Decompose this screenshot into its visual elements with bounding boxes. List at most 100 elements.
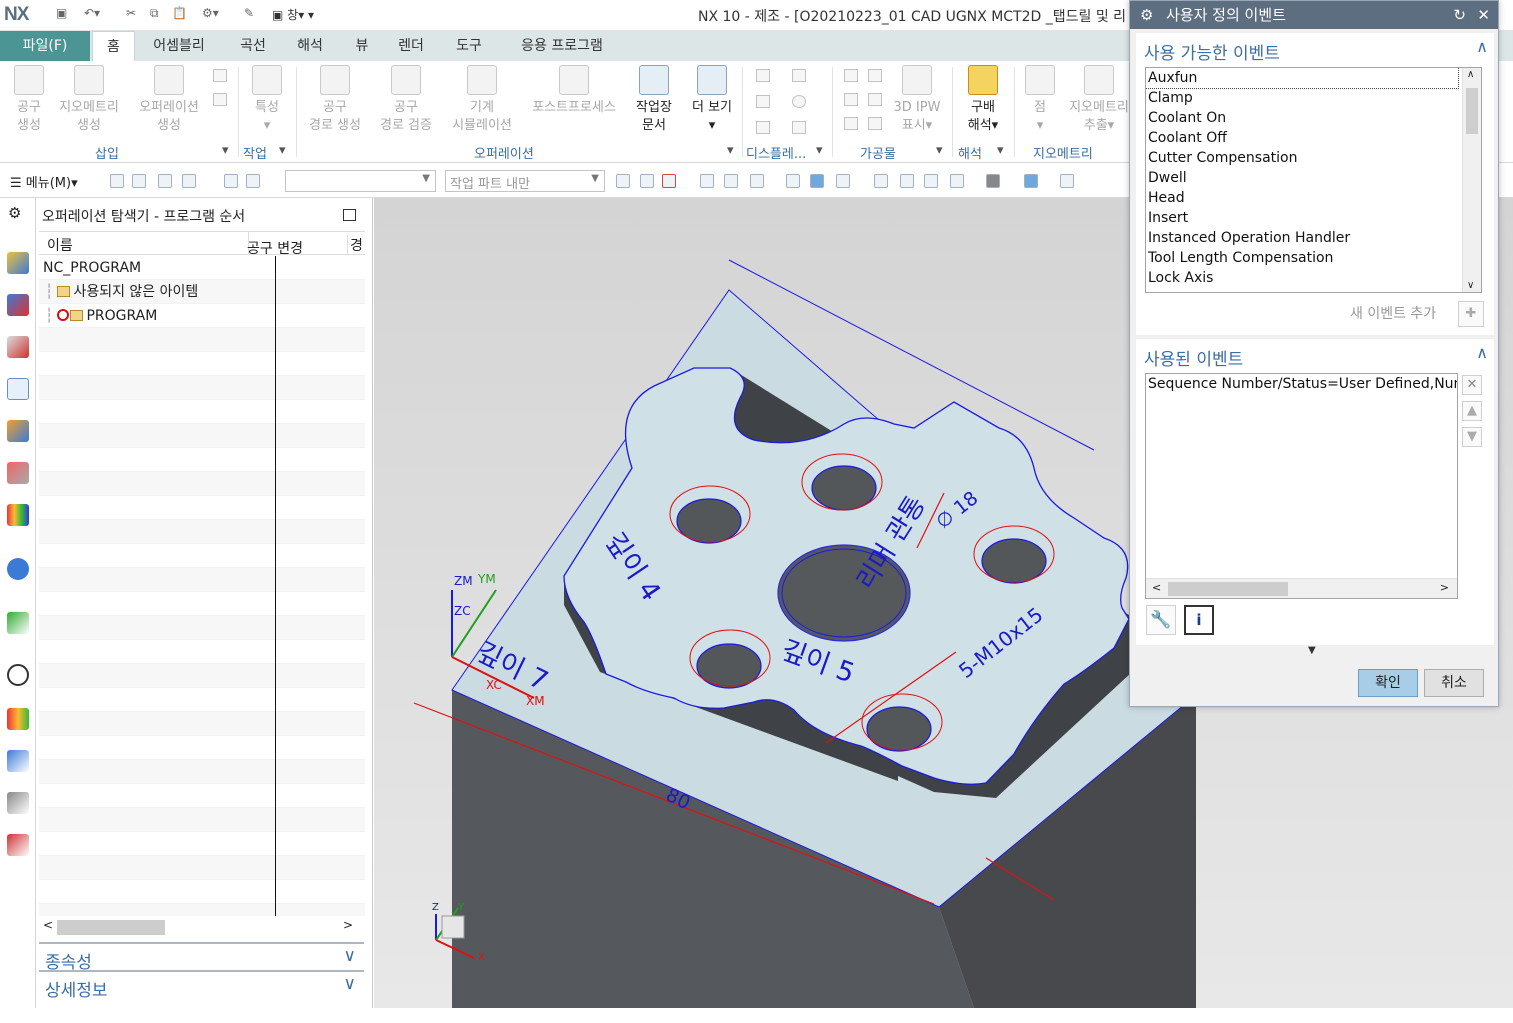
snap-icon-7[interactable] (786, 174, 800, 188)
tab-applications[interactable]: 응용 프로그램 (506, 31, 618, 61)
list-item[interactable]: Tool Length Compensation (1146, 248, 1481, 268)
display-icon-4[interactable] (792, 95, 806, 108)
point-button[interactable]: 점 ▾ (1016, 65, 1064, 135)
show-hide-icon[interactable] (1060, 174, 1074, 188)
cut-icon[interactable]: ✂ (126, 6, 136, 24)
postprocess-button[interactable]: 포스트프로세스 (524, 65, 624, 117)
scroll-up-icon[interactable]: ∧ (1467, 69, 1474, 80)
move-down-icon[interactable]: ▼ (1462, 427, 1482, 447)
scroll-thumb[interactable] (57, 920, 165, 935)
vertical-scrollbar[interactable]: ∧ ∨ (1462, 68, 1481, 292)
repeat-command-icon[interactable]: ⚙▾ (202, 6, 219, 24)
web-browser-icon[interactable] (7, 612, 29, 634)
column-tool-change[interactable]: 공구 변경 (247, 235, 303, 257)
main-menu-button[interactable]: ☰ 메뉴(M)▾ (10, 172, 78, 191)
snap-icon-3[interactable] (662, 174, 676, 188)
list-item[interactable]: Instanced Operation Handler (1146, 228, 1481, 248)
filter-icon-4[interactable] (182, 174, 196, 188)
properties-button[interactable]: 특성 ▾ (238, 65, 296, 135)
workpiece-icon-5[interactable] (844, 117, 858, 130)
selection-scope-combo[interactable]: 작업 파트 내만 ▼ (445, 170, 605, 192)
undo-icon[interactable]: ↶▾ (84, 6, 100, 24)
extract-geometry-button[interactable]: 지오메트리 추출▾ (1064, 65, 1134, 135)
draft-analysis-button[interactable]: 구배 해석▾ (955, 65, 1011, 135)
filter-icon-1[interactable] (110, 174, 124, 188)
more-button[interactable]: 더 보기 ▾ (684, 65, 740, 135)
list-item[interactable]: Sequence Number/Status=User Defined,Num (1146, 374, 1457, 394)
table-row[interactable]: ┆ 사용되지 않은 아이템 (39, 280, 365, 304)
machine-simulation-button[interactable]: 기계 시뮬레이션 (444, 65, 520, 135)
generate-toolpath-button[interactable]: 공구 경로 생성 (306, 65, 364, 135)
tab-analysis[interactable]: 해석 (285, 31, 335, 61)
display-icon-2[interactable] (792, 69, 806, 82)
tab-render[interactable]: 렌더 (388, 31, 434, 61)
table-row[interactable]: ┆ PROGRAM (39, 304, 365, 328)
add-event-icon[interactable]: ✚ (1458, 301, 1484, 327)
operation-navigator-icon[interactable] (7, 378, 29, 400)
display-icon-1[interactable] (756, 69, 770, 82)
3d-ipw-display-button[interactable]: 3D IPW 표시▾ (888, 65, 946, 135)
filter-icon-5[interactable] (224, 174, 238, 188)
create-geometry-button[interactable]: 지오메트리 생성 (52, 65, 126, 135)
close-icon[interactable]: ✕ (1477, 1, 1490, 29)
layer-icon[interactable] (1024, 174, 1038, 188)
group-work-expand[interactable]: ▾ (279, 143, 286, 158)
group-display-expand[interactable]: ▾ (816, 143, 823, 158)
roles-icon[interactable] (7, 792, 29, 814)
list-item[interactable]: Coolant Off (1146, 128, 1481, 148)
create-operation-button[interactable]: 오퍼레이션 생성 (132, 65, 206, 135)
wrench-icon[interactable]: 🔧 (1146, 605, 1176, 635)
move-up-icon[interactable]: ▲ (1462, 401, 1482, 421)
process-studio-icon[interactable] (7, 750, 29, 772)
reuse-library-icon[interactable] (7, 834, 29, 856)
horizontal-scrollbar[interactable]: < > (1146, 578, 1457, 598)
group-operation-expand[interactable]: ▾ (727, 143, 734, 158)
view-rotate-icon[interactable] (924, 174, 938, 188)
scroll-thumb[interactable] (1466, 88, 1478, 134)
machine-tool-navigator-icon[interactable] (7, 420, 29, 442)
display-icon-6[interactable] (792, 121, 806, 134)
info-icon[interactable] (7, 558, 29, 580)
snap-icon-6[interactable] (750, 174, 764, 188)
expand-more-icon[interactable]: ▼ (1308, 645, 1316, 656)
column-path[interactable]: 경 (347, 235, 363, 255)
scroll-thumb[interactable] (1168, 582, 1288, 596)
view-orient-icon[interactable] (950, 174, 964, 188)
scroll-left-icon[interactable]: < (1152, 581, 1161, 594)
section-details[interactable]: 상세정보 ∨ (39, 970, 364, 1001)
cancel-button[interactable]: 취소 (1424, 669, 1484, 697)
scroll-right-icon[interactable]: > (1440, 581, 1449, 594)
reset-icon[interactable]: ↻ (1453, 1, 1466, 29)
table-row[interactable]: NC_PROGRAM (39, 256, 365, 280)
render-style-icon[interactable] (986, 174, 1000, 188)
display-icon-3[interactable] (756, 95, 770, 108)
used-events-list[interactable]: Sequence Number/Status=User Defined,Num … (1145, 373, 1458, 599)
list-item[interactable]: Clamp (1146, 88, 1481, 108)
workpiece-icon-1[interactable] (844, 69, 858, 82)
file-menu-button[interactable]: 파일(F) (0, 31, 90, 61)
paste-icon[interactable]: 📋 (172, 6, 187, 24)
feature-group-navigator-icon[interactable] (7, 462, 29, 484)
filter-icon-3[interactable] (158, 174, 172, 188)
tab-view[interactable]: 뷰 (344, 31, 380, 61)
group-workpiece-expand[interactable]: ▾ (936, 143, 943, 158)
workpiece-icon-2[interactable] (868, 69, 882, 82)
scroll-down-icon[interactable]: ∨ (1467, 280, 1474, 291)
info-icon[interactable]: i (1184, 605, 1214, 635)
history-icon[interactable] (7, 664, 29, 686)
insert-small-icon-2[interactable] (213, 93, 227, 106)
filter-icon-2[interactable] (132, 174, 146, 188)
group-analysis-expand[interactable]: ▾ (997, 143, 1004, 158)
tab-tools[interactable]: 도구 (446, 31, 492, 61)
system-materials-icon[interactable] (7, 708, 29, 730)
tab-home[interactable]: 홈 (92, 31, 135, 61)
copy-icon[interactable]: ⧉ (150, 6, 159, 24)
list-item[interactable]: Cutter Compensation (1146, 148, 1481, 168)
maximize-icon[interactable] (343, 209, 356, 221)
scroll-left-icon[interactable]: < (43, 918, 53, 932)
view-zoom-icon[interactable] (900, 174, 914, 188)
machining-feature-navigator-icon[interactable] (7, 504, 29, 526)
filter-icon-6[interactable] (246, 174, 260, 188)
list-item[interactable]: Insert (1146, 208, 1481, 228)
constraint-navigator-icon[interactable] (7, 294, 29, 316)
